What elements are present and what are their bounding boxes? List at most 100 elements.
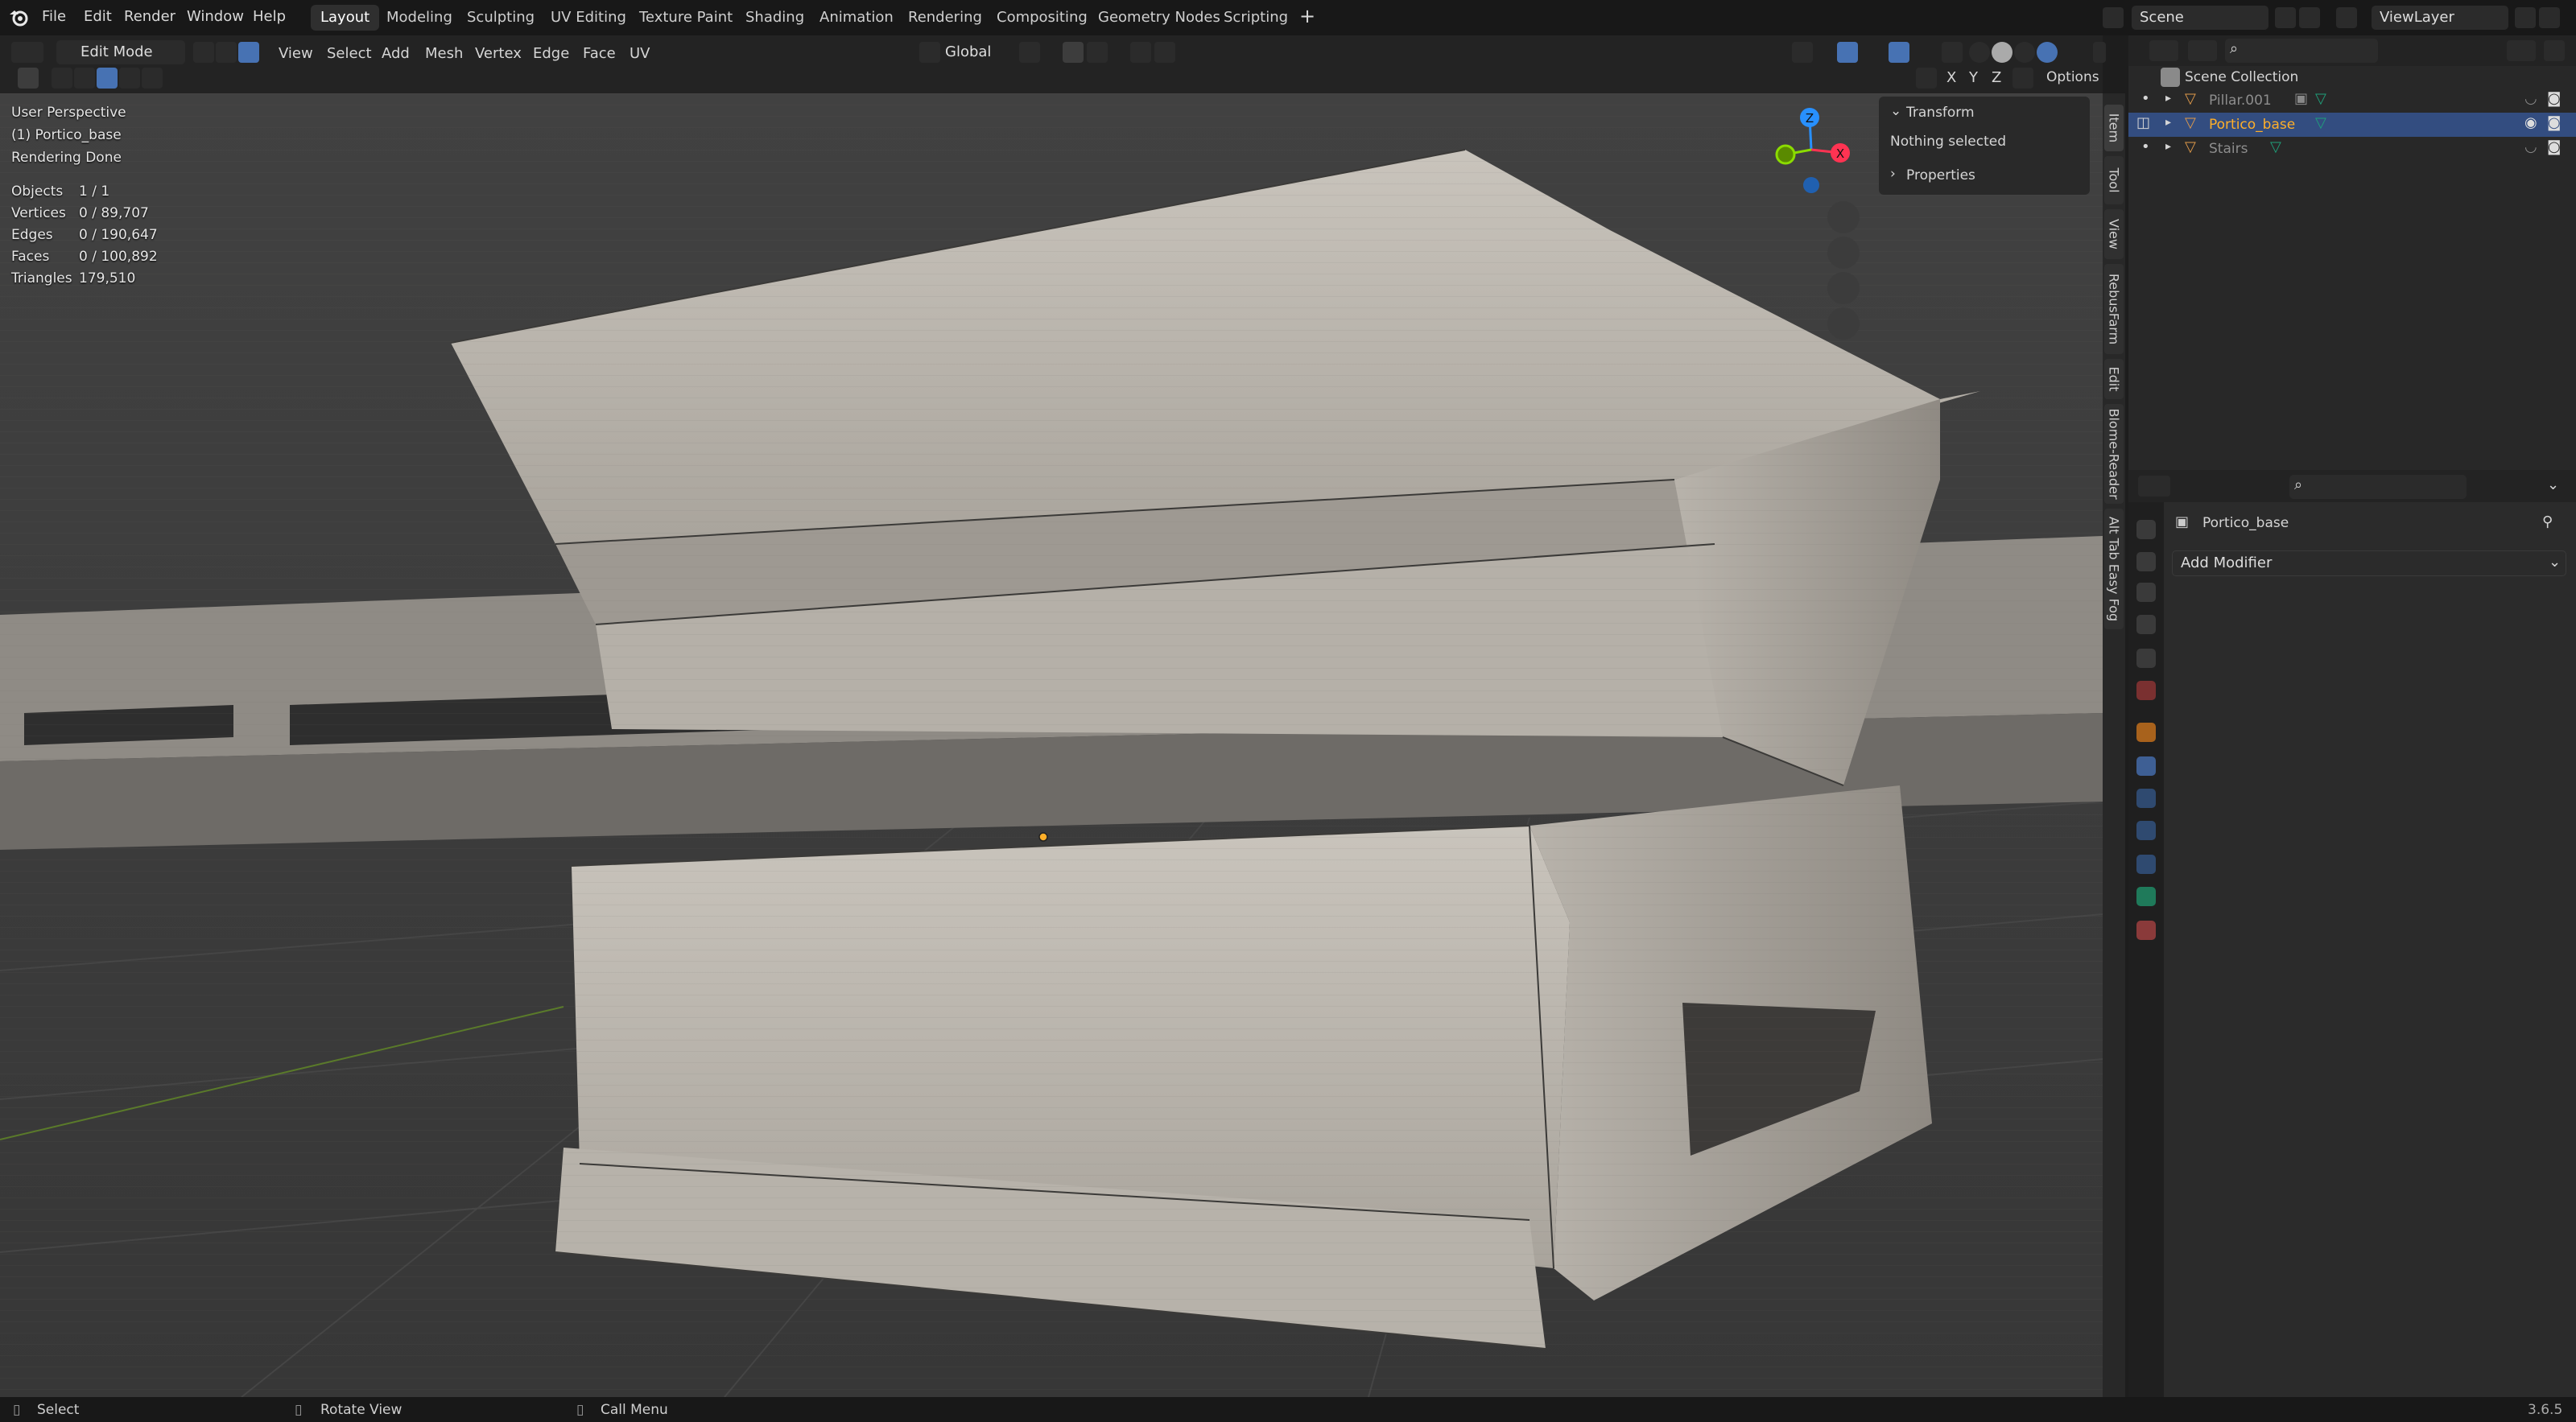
outliner-item-label[interactable]: Pillar.001 (2209, 93, 2272, 109)
vertex-select-icon[interactable] (193, 42, 214, 63)
display-mode-icon[interactable] (2188, 40, 2217, 61)
camera-view-icon[interactable] (1827, 272, 1860, 304)
visibility-icon[interactable] (1792, 42, 1813, 63)
tab-alt-tab-easy-fog[interactable]: Alt Tab Easy Fog (2104, 509, 2124, 629)
edge-select-icon[interactable] (216, 42, 237, 63)
camera-icon[interactable]: ◙ (2547, 138, 2561, 155)
snap-icon[interactable] (1063, 42, 1084, 63)
menu-vertex[interactable]: Vertex (475, 45, 522, 62)
chevron-down-icon[interactable]: ⌄ (1890, 103, 1901, 119)
eye-hidden-icon[interactable]: ◡ (2524, 90, 2537, 107)
tab-view[interactable]: View (2104, 209, 2124, 259)
material-shading-icon[interactable] (2014, 42, 2035, 63)
tool-tab-icon[interactable] (2136, 520, 2156, 539)
select-extend-icon[interactable] (74, 68, 95, 89)
orientation-dropdown[interactable]: Global (937, 40, 1009, 64)
axis-x-toggle[interactable]: X (1946, 69, 1956, 86)
world-tab-icon[interactable] (2136, 681, 2156, 700)
constraints-tab-icon[interactable] (2136, 855, 2156, 874)
properties-search-input[interactable] (2289, 475, 2467, 499)
camera-icon[interactable]: ◙ (2547, 90, 2561, 107)
expand-arrow-icon[interactable]: ▸ (2165, 140, 2171, 153)
outliner-editor-type-icon[interactable] (2149, 40, 2178, 61)
material-tab-icon[interactable] (2136, 921, 2156, 940)
scene-tab-icon[interactable] (2136, 649, 2156, 668)
editor-type-icon[interactable] (11, 42, 43, 63)
viewlayer-icon[interactable] (2336, 7, 2357, 28)
new-collection-icon[interactable] (2544, 40, 2565, 61)
menu-help[interactable]: Help (253, 8, 286, 25)
tab-geometry-nodes[interactable]: Geometry Nodes (1088, 5, 1230, 31)
axis-y-toggle[interactable]: Y (1969, 69, 1978, 86)
particles-tab-icon[interactable] (2136, 789, 2156, 808)
wireframe-shading-icon[interactable] (1969, 42, 1990, 63)
filter-icon[interactable] (2507, 40, 2536, 61)
outliner-row-pillar[interactable]: • ▸ ▽ Pillar.001 ▣ ▽ ◡ ◙ (2128, 89, 2576, 113)
eye-icon[interactable]: ◉ (2524, 114, 2537, 131)
tab-blome-reader[interactable]: Blome-Reader (2104, 404, 2124, 504)
tab-uv-editing[interactable]: UV Editing (541, 5, 636, 31)
view-layer-tab-icon[interactable] (2136, 615, 2156, 634)
outliner-search-input[interactable] (2225, 39, 2378, 63)
scene-icon[interactable] (2103, 7, 2124, 28)
tab-animation[interactable]: Animation (810, 5, 903, 31)
pan-hand-icon[interactable] (1827, 237, 1860, 269)
outliner-item-label[interactable]: Portico_base (2209, 117, 2295, 133)
mirror-icon[interactable] (1916, 68, 1937, 89)
close-viewlayer-icon[interactable] (2539, 7, 2560, 28)
select-tool-icon[interactable] (18, 68, 39, 89)
tab-scripting[interactable]: Scripting (1214, 5, 1298, 31)
navigation-gizmo[interactable]: Z X (1769, 105, 1858, 193)
select-intersect-icon[interactable] (142, 68, 163, 89)
menu-edge[interactable]: Edge (533, 45, 569, 62)
overlay-toggle-icon[interactable] (1889, 42, 1909, 63)
tab-modeling[interactable]: Modeling (377, 5, 462, 31)
chevron-down-icon[interactable]: ⌄ (2547, 476, 2559, 493)
axis-z-toggle[interactable]: Z (1992, 69, 2001, 86)
menu-uv[interactable]: UV (630, 45, 650, 62)
scene-selector[interactable]: Scene (2132, 6, 2268, 30)
menu-edit[interactable]: Edit (84, 8, 112, 25)
properties-panel-header[interactable]: Properties (1906, 167, 1975, 183)
camera-icon[interactable]: ◙ (2547, 114, 2561, 131)
tab-sculpting[interactable]: Sculpting (457, 5, 544, 31)
3d-viewport[interactable]: User Perspective (1) Portico_base Render… (0, 93, 2103, 1397)
chevron-right-icon[interactable]: › (1890, 166, 1896, 182)
solid-shading-icon[interactable] (1992, 42, 2013, 63)
modifier-tab-icon[interactable] (2136, 756, 2156, 776)
expand-arrow-icon[interactable]: ▸ (2165, 92, 2171, 105)
menu-select[interactable]: Select (327, 45, 372, 62)
outliner-item-label[interactable]: Stairs (2209, 141, 2248, 157)
tab-edit[interactable]: Edit (2104, 359, 2124, 399)
properties-editor-type-icon[interactable] (2138, 476, 2170, 497)
viewlayer-selector[interactable]: ViewLayer (2372, 6, 2508, 30)
menu-mesh[interactable]: Mesh (425, 45, 463, 62)
expand-arrow-icon[interactable]: ▸ (2165, 116, 2171, 129)
object-tab-icon[interactable] (2136, 723, 2156, 742)
tab-rendering[interactable]: Rendering (898, 5, 992, 31)
gizmo-toggle-icon[interactable] (1837, 42, 1858, 63)
pivot-icon[interactable] (1019, 42, 1040, 63)
eye-hidden-icon[interactable]: ◡ (2524, 138, 2537, 155)
render-tab-icon[interactable] (2136, 552, 2156, 571)
select-invert-icon[interactable] (119, 68, 140, 89)
mesh-options-icon[interactable] (2013, 68, 2033, 89)
blender-logo-icon[interactable] (8, 7, 29, 28)
tab-tool[interactable]: Tool (2104, 156, 2124, 204)
mode-dropdown[interactable]: Edit Mode (56, 40, 185, 64)
outliner-row-scene-collection[interactable]: Scene Collection (2128, 66, 2576, 90)
tab-rebusfarm[interactable]: RebusFarm (2104, 264, 2124, 354)
falloff-icon[interactable] (1154, 42, 1175, 63)
transform-panel-header[interactable]: Transform (1906, 105, 1975, 121)
add-workspace-icon[interactable]: + (1299, 5, 1315, 27)
select-subtract-icon[interactable] (97, 68, 118, 89)
new-scene-icon[interactable] (2275, 7, 2296, 28)
face-select-icon[interactable] (238, 42, 259, 63)
new-viewlayer-icon[interactable] (2515, 7, 2536, 28)
xray-icon[interactable] (1942, 42, 1963, 63)
snap-target-icon[interactable] (1087, 42, 1108, 63)
data-tab-icon[interactable] (2136, 887, 2156, 906)
zoom-icon[interactable] (1827, 201, 1860, 233)
pin-icon[interactable]: ⚲ (2542, 513, 2553, 530)
ortho-grid-icon[interactable] (1827, 307, 1860, 340)
